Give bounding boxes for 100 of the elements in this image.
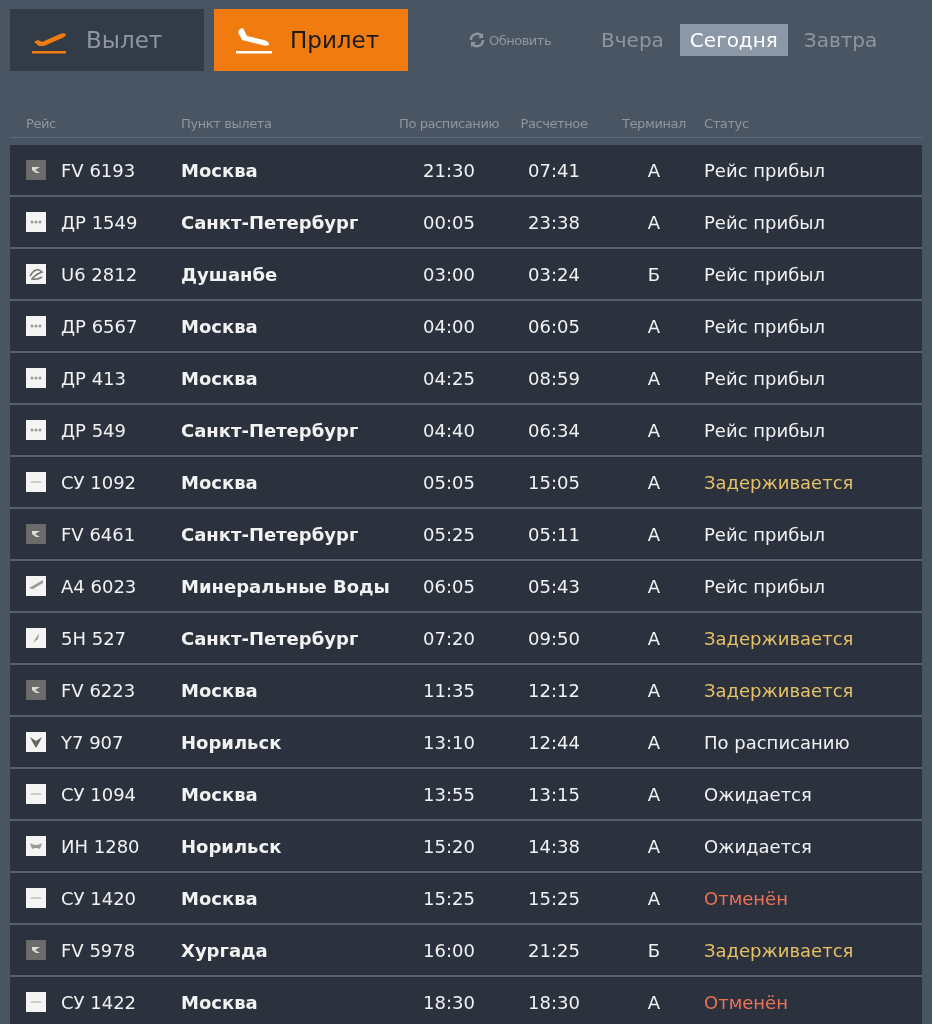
scheduled-time: 06:05 <box>422 575 476 597</box>
flight-number: ДР 413 <box>61 367 127 389</box>
airline-logo-icon <box>26 472 46 492</box>
terminal: А <box>646 419 662 441</box>
airline-logo-icon <box>26 680 46 700</box>
terminal: А <box>646 731 662 753</box>
terminal: А <box>646 367 662 389</box>
airline-logo-icon <box>26 264 46 284</box>
flight-row[interactable]: FV 6193 Москва 21:30 07:41 А Рейс прибыл <box>10 145 922 195</box>
flight-row[interactable]: СУ 1092 Москва 05:05 15:05 А Задерживается <box>10 457 922 507</box>
flight-status: Рейс прибыл <box>704 575 826 597</box>
estimated-time: 06:34 <box>527 419 581 441</box>
arrival-tab[interactable]: Прилет <box>214 9 408 71</box>
column-header: По расписанию <box>398 115 500 131</box>
flight-row[interactable]: ДР 413 Москва 04:25 08:59 А Рейс прибыл <box>10 353 922 403</box>
terminal: А <box>646 315 662 337</box>
terminal: А <box>646 471 662 493</box>
flight-number: FV 6223 <box>61 679 137 701</box>
estimated-time: 03:24 <box>527 263 581 285</box>
flight-status: Рейс прибыл <box>704 159 826 181</box>
flight-number: FV 6461 <box>61 523 137 545</box>
airline-logo-icon <box>26 732 46 752</box>
terminal: А <box>646 835 662 857</box>
flight-number: ДР 549 <box>61 419 127 441</box>
estimated-time: 05:43 <box>527 575 581 597</box>
origin-city: Норильск <box>181 835 283 857</box>
estimated-time: 21:25 <box>527 939 581 961</box>
column-header: Статус <box>704 115 750 131</box>
flight-number: U6 2812 <box>61 263 139 285</box>
column-header: Расчетное <box>519 115 589 131</box>
origin-city: Москва <box>181 315 259 337</box>
scheduled-time: 07:20 <box>422 627 476 649</box>
origin-city: Москва <box>181 679 259 701</box>
airline-logo-icon <box>26 316 46 336</box>
flight-number: ДР 6567 <box>61 315 139 337</box>
scheduled-time: 13:10 <box>422 731 476 753</box>
column-header: Рейс <box>26 115 57 131</box>
terminal: А <box>646 575 662 597</box>
flight-status: Отменён <box>704 887 789 909</box>
terminal: А <box>646 991 662 1013</box>
estimated-time: 07:41 <box>527 159 581 181</box>
scheduled-time: 05:25 <box>422 523 476 545</box>
airline-logo-icon <box>26 628 46 648</box>
estimated-time: 12:12 <box>527 679 581 701</box>
flight-row[interactable]: Y7 907 Норильск 13:10 12:44 А По расписанию <box>10 717 922 767</box>
origin-city: Хургада <box>181 939 269 961</box>
flight-row[interactable]: FV 5978 Хургада 16:00 21:25 Б Задерживается <box>10 925 922 975</box>
scheduled-time: 18:30 <box>422 991 476 1013</box>
flight-status: Отменён <box>704 991 789 1013</box>
flight-number: СУ 1092 <box>61 471 138 493</box>
flight-status: Задерживается <box>704 627 855 649</box>
origin-city: Санкт-Петербург <box>181 419 360 441</box>
terminal: А <box>646 211 662 233</box>
flight-row[interactable]: 5H 527 Санкт-Петербург 07:20 09:50 А Задерживается <box>10 613 922 663</box>
flight-row[interactable]: U6 2812 Душанбе 03:00 03:24 Б Рейс прибыл <box>10 249 922 299</box>
airline-logo-icon <box>26 160 46 180</box>
estimated-time: 15:05 <box>527 471 581 493</box>
flight-number: СУ 1422 <box>61 991 138 1013</box>
scheduled-time: 15:25 <box>422 887 476 909</box>
flight-row[interactable]: A4 6023 Минеральные Воды 06:05 05:43 А Рейс прибыл <box>10 561 922 611</box>
origin-city: Москва <box>181 887 259 909</box>
flight-row[interactable]: ДР 6567 Москва 04:00 06:05 А Рейс прибыл <box>10 301 922 351</box>
flight-row[interactable]: FV 6223 Москва 11:35 12:12 А Задерживается <box>10 665 922 715</box>
flight-number: FV 5978 <box>61 939 137 961</box>
estimated-time: 05:11 <box>527 523 581 545</box>
flight-status: Рейс прибыл <box>704 263 826 285</box>
flight-row[interactable]: СУ 1094 Москва 13:55 13:15 А Ожидается <box>10 769 922 819</box>
origin-city: Москва <box>181 991 259 1013</box>
estimated-time: 15:25 <box>527 887 581 909</box>
flight-row[interactable]: СУ 1420 Москва 15:25 15:25 А Отменён <box>10 873 922 923</box>
airline-logo-icon <box>26 888 46 908</box>
origin-city: Санкт-Петербург <box>181 211 360 233</box>
origin-city: Душанбе <box>181 263 279 285</box>
flight-status: Рейс прибыл <box>704 419 826 441</box>
terminal: А <box>646 679 662 701</box>
airline-logo-icon <box>26 784 46 804</box>
flight-row[interactable]: СУ 1422 Москва 18:30 18:30 А Отменён <box>10 977 922 1024</box>
scheduled-time: 15:20 <box>422 835 476 857</box>
flight-status: По расписанию <box>704 731 851 753</box>
column-header: Пункт вылета <box>181 115 273 131</box>
flight-row[interactable]: ДР 549 Санкт-Петербург 04:40 06:34 А Рейс прибыл <box>10 405 922 455</box>
airline-logo-icon <box>26 368 46 388</box>
flight-status: Ожидается <box>704 783 813 805</box>
flight-row[interactable]: FV 6461 Санкт-Петербург 05:25 05:11 А Рейс прибыл <box>10 509 922 559</box>
estimated-time: 13:15 <box>527 783 581 805</box>
airline-logo-icon <box>26 576 46 596</box>
flight-status: Рейс прибыл <box>704 315 826 337</box>
flight-status: Задерживается <box>704 939 855 961</box>
airline-logo-icon <box>26 420 46 440</box>
terminal: А <box>646 627 662 649</box>
landing-icon <box>234 26 274 54</box>
airline-logo-icon <box>26 992 46 1012</box>
scheduled-time: 13:55 <box>422 783 476 805</box>
origin-city: Минеральные Воды <box>181 575 391 597</box>
flight-number: ИН 1280 <box>61 835 141 857</box>
departure-tab[interactable]: Вылет <box>10 9 204 71</box>
flight-row[interactable]: ДР 1549 Санкт-Петербург 00:05 23:38 А Рейс прибыл <box>10 197 922 247</box>
terminal: А <box>646 159 662 181</box>
flight-status: Рейс прибыл <box>704 367 826 389</box>
flight-row[interactable]: ИН 1280 Норильск 15:20 14:38 А Ожидается <box>10 821 922 871</box>
